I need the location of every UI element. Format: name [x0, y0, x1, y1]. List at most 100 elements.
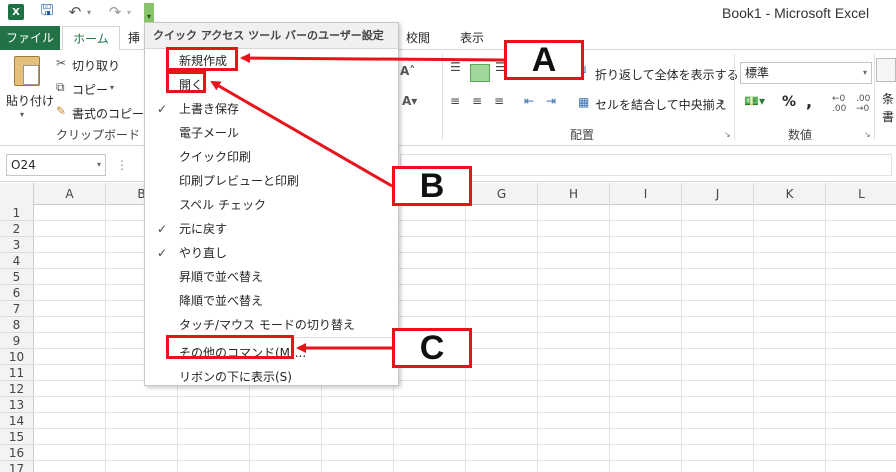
row-header[interactable]: 9 [0, 333, 34, 349]
merge-dropdown-icon[interactable]: ▾ [720, 98, 724, 107]
tab-file[interactable]: ファイル [0, 26, 60, 50]
menu-item-label: スペル チェック [179, 198, 266, 212]
number-launcher-icon[interactable]: ↘ [864, 130, 871, 139]
font-grow-icon[interactable]: A˄ [400, 64, 415, 78]
window-title: Book1 - Microsoft Excel [722, 5, 870, 21]
select-all-corner[interactable] [0, 183, 34, 205]
customize-qat-button[interactable]: ▾ [144, 3, 154, 23]
callout-c: C [392, 328, 472, 368]
font-color-icon[interactable]: A▾ [402, 94, 417, 108]
column-header[interactable]: A [34, 183, 106, 205]
menu-item-label: 昇順で並べ替え [179, 270, 264, 284]
cut-button[interactable]: 切り取り [72, 57, 120, 74]
checkmark-icon: ✓ [157, 222, 168, 236]
tab-home[interactable]: ホーム [62, 26, 120, 51]
grid-column-line [825, 205, 826, 472]
checkmark-icon: ✓ [157, 102, 168, 116]
menu-item[interactable]: 昇順で並べ替え [145, 265, 398, 289]
column-header[interactable]: J [682, 183, 754, 205]
row-header[interactable]: 2 [0, 221, 34, 237]
wrap-text-button[interactable]: 折り返して全体を表示する [595, 66, 739, 83]
ribbon: 貼り付け ▾ ✂ 切り取り ⧉ コピー ▾ ✎ 書式のコピー/貼 クリップボード… [0, 50, 896, 146]
undo-icon[interactable]: ↶ [66, 3, 84, 21]
row-header[interactable]: 14 [0, 413, 34, 429]
row-header[interactable]: 16 [0, 445, 34, 461]
column-header[interactable]: G [466, 183, 538, 205]
column-header[interactable]: H [538, 183, 610, 205]
merge-center-button[interactable]: セルを結合して中央揃え [595, 96, 727, 113]
percent-button[interactable]: % [782, 94, 796, 110]
checkmark-icon: ✓ [157, 246, 168, 260]
merge-center-icon: ▦ [578, 95, 590, 109]
align-right-icon[interactable]: ≡ [494, 94, 505, 108]
row-header[interactable]: 1 [0, 205, 34, 221]
menu-item[interactable]: ✓ やり直し [145, 241, 398, 265]
redo-icon[interactable]: ↷ [106, 3, 124, 21]
grid-row-line [34, 460, 896, 461]
menu-item-label: リボンの下に表示(S) [179, 370, 292, 384]
menu-item[interactable]: 降順で並べ替え [145, 289, 398, 313]
decrease-decimal-icon[interactable]: .00 →0 [856, 94, 870, 114]
row-header[interactable]: 13 [0, 397, 34, 413]
column-header[interactable]: I [610, 183, 682, 205]
row-header[interactable]: 5 [0, 269, 34, 285]
row-header[interactable]: 8 [0, 317, 34, 333]
row-header[interactable]: 7 [0, 301, 34, 317]
grid-column-line [609, 205, 610, 472]
increase-indent-icon[interactable]: ⇥ [546, 94, 557, 108]
comma-button[interactable]: , [806, 92, 812, 111]
menu-item[interactable]: タッチ/マウス モードの切り替え [145, 313, 398, 337]
name-box[interactable]: O24 ▾ [6, 154, 106, 176]
number-format-select[interactable]: 標準 ▾ [740, 62, 872, 84]
save-icon[interactable]: 🖫 [38, 1, 56, 21]
grid-row-line [34, 444, 896, 445]
alignment-launcher-icon[interactable]: ↘ [724, 130, 731, 139]
grid-column-line [537, 205, 538, 472]
copy-dropdown-icon[interactable]: ▾ [110, 83, 114, 92]
paste-dropdown-icon[interactable]: ▾ [20, 110, 24, 119]
menu-item[interactable]: リボンの下に表示(S) [145, 365, 398, 389]
formula-input[interactable] [400, 154, 892, 176]
tab-view[interactable]: 表示 [452, 26, 492, 50]
column-header[interactable]: L [826, 183, 896, 205]
menu-item[interactable]: クイック印刷 [145, 145, 398, 169]
menu-item[interactable]: 印刷プレビューと印刷 [145, 169, 398, 193]
number-format-value: 標準 [745, 66, 770, 80]
excel-icon[interactable]: X [8, 4, 24, 20]
align-top-icon[interactable]: ☰ [450, 60, 462, 74]
increase-decimal-icon[interactable]: ←0.00 [832, 94, 846, 114]
currency-icon[interactable]: 💵▾ [744, 94, 765, 108]
conditional-format-icon[interactable] [876, 58, 896, 82]
tab-review[interactable]: 校閲 [398, 26, 438, 50]
paste-icon[interactable] [14, 56, 40, 86]
copy-button[interactable]: コピー [72, 81, 108, 98]
row-header[interactable]: 15 [0, 429, 34, 445]
undo-dropdown-icon[interactable]: ▾ [84, 3, 94, 21]
row-header[interactable]: 17 [0, 461, 34, 472]
formula-bar-splitter-icon[interactable]: ⋮ [116, 158, 128, 172]
paste-button[interactable]: 貼り付け [6, 92, 54, 109]
align-center-icon[interactable]: ≡ [472, 94, 483, 108]
redo-dropdown-icon[interactable]: ▾ [124, 3, 134, 21]
format-painter-icon: ✎ [56, 104, 67, 118]
highlight-new [166, 47, 238, 71]
row-header[interactable]: 3 [0, 237, 34, 253]
row-header[interactable]: 6 [0, 285, 34, 301]
column-header[interactable]: K [754, 183, 826, 205]
group-separator [734, 54, 735, 140]
row-header[interactable]: 12 [0, 381, 34, 397]
callout-a: A [504, 40, 584, 80]
align-middle-button[interactable] [470, 64, 490, 82]
menu-item-label: 印刷プレビューと印刷 [179, 174, 300, 188]
row-header[interactable]: 10 [0, 349, 34, 365]
row-header[interactable]: 11 [0, 365, 34, 381]
menu-item[interactable]: 電子メール [145, 121, 398, 145]
copy-icon: ⧉ [56, 80, 65, 94]
conditional-format-button[interactable]: 条 書 [882, 90, 894, 126]
decrease-indent-icon[interactable]: ⇤ [524, 94, 535, 108]
menu-item[interactable]: スペル チェック [145, 193, 398, 217]
menu-item[interactable]: ✓ 上書き保存 [145, 97, 398, 121]
menu-item[interactable]: ✓ 元に戻す [145, 217, 398, 241]
row-header[interactable]: 4 [0, 253, 34, 269]
align-left-icon[interactable]: ≡ [450, 94, 461, 108]
